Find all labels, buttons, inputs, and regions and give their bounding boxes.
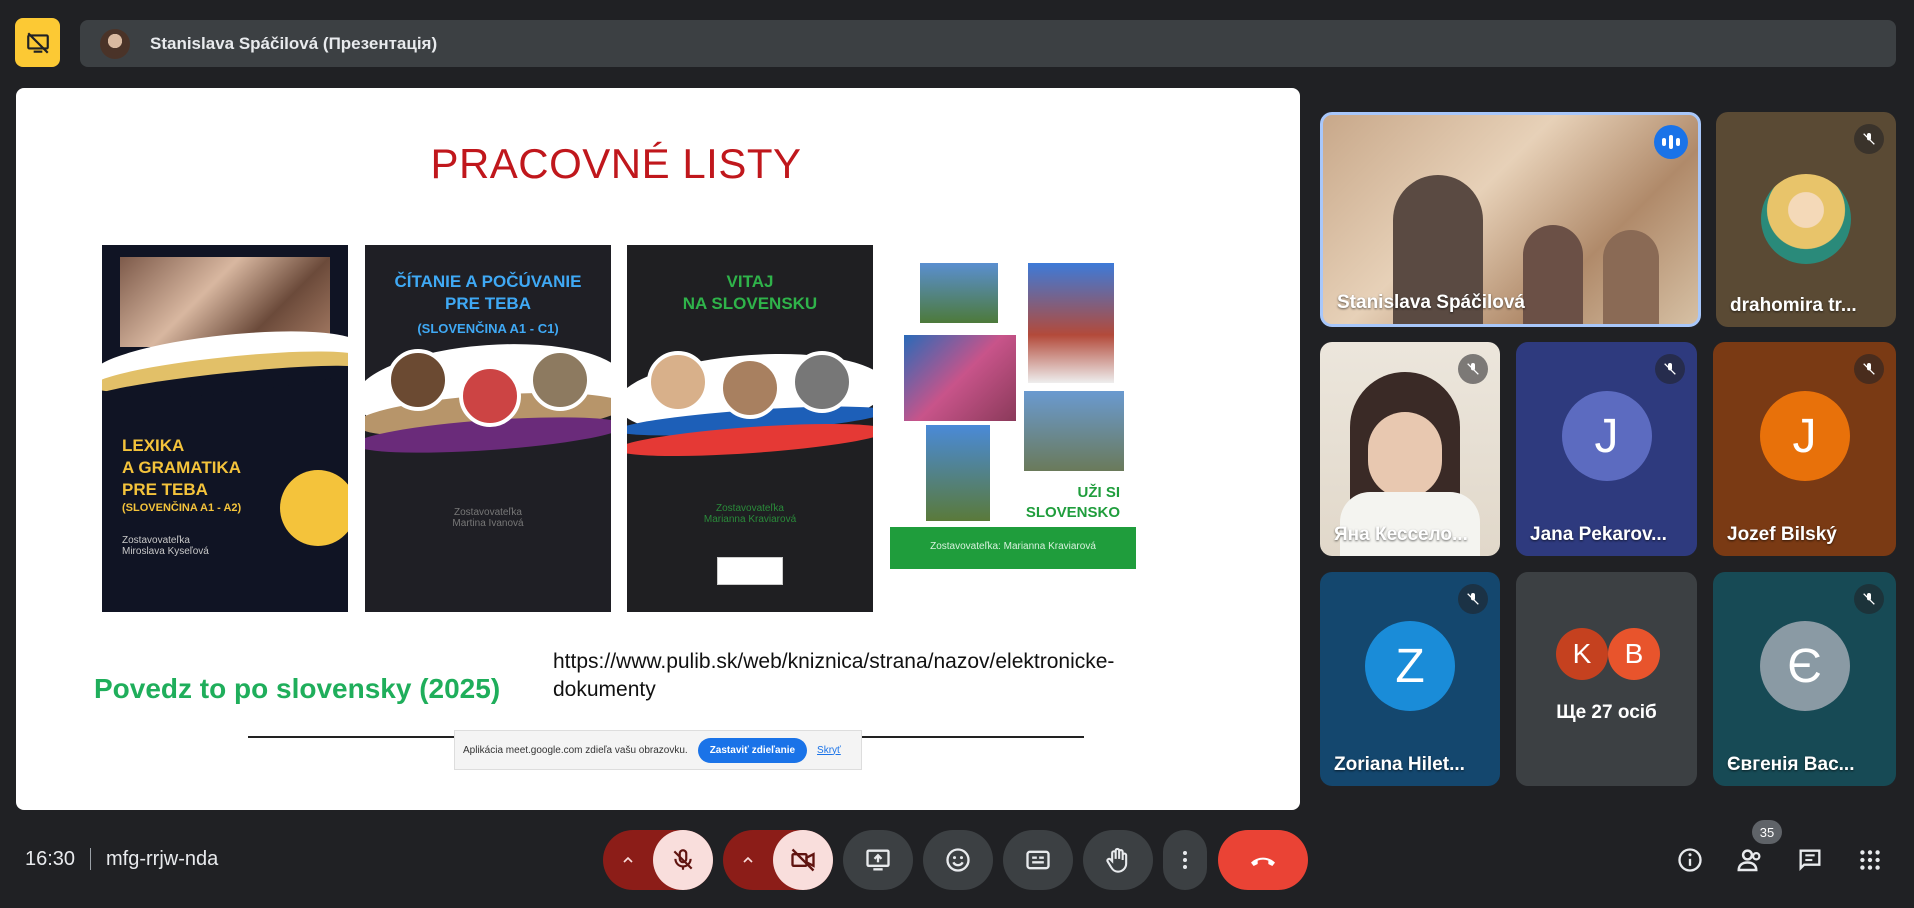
book-3-author: Zostavovateľka Marianna Kraviarová xyxy=(703,503,797,525)
mic-off-icon xyxy=(1854,124,1884,154)
mic-off-icon xyxy=(1458,584,1488,614)
leave-call-button[interactable] xyxy=(1218,830,1308,890)
book-1-author: Zostavovateľka Miroslava Kyseľová xyxy=(122,535,209,557)
participant-avatar: B xyxy=(1608,628,1660,680)
mic-off-icon xyxy=(1854,354,1884,384)
camera-options-button[interactable] xyxy=(733,845,763,875)
publisher-logo xyxy=(980,575,1046,599)
participant-name: Stanislava Spáčilová xyxy=(1337,292,1525,313)
book-2-title: ČÍTANIE A POČÚVANIE PRE TEBA xyxy=(394,272,582,314)
emoji-reaction-button[interactable] xyxy=(923,830,993,890)
participant-tile[interactable]: drahomira tr... xyxy=(1716,112,1896,327)
camera-toggle-button[interactable] xyxy=(773,830,833,890)
book-4-title: UŽI SI SLOVENSKO xyxy=(1025,484,1120,521)
participant-name: Євгенія Вас... xyxy=(1727,754,1855,775)
chevron-up-icon xyxy=(743,856,753,863)
mic-toggle-button[interactable] xyxy=(653,830,713,890)
participant-avatar: K xyxy=(1556,628,1608,680)
meeting-time: 16:30 xyxy=(25,848,76,870)
publisher-logo xyxy=(717,557,783,585)
participant-name: Jozef Bilský xyxy=(1727,524,1837,545)
presenter-avatar xyxy=(100,28,130,59)
participant-tile[interactable]: Є Євгенія Вас... xyxy=(1713,572,1896,786)
chat-button[interactable] xyxy=(1794,844,1826,876)
participant-tile[interactable]: Яна Кессело... xyxy=(1320,342,1500,556)
present-icon xyxy=(866,849,890,871)
hide-notice-link[interactable]: Skryť xyxy=(817,745,841,756)
book-2-author: Zostavovateľka Martina Ivanová xyxy=(452,507,524,529)
camera-control-group xyxy=(723,830,833,890)
book-4-green-bar: Zostavovateľka: Marianna Kraviarová xyxy=(890,527,1136,569)
presenter-banner: Stanislava Spáčilová (Презентація) xyxy=(80,20,1896,67)
people-icon xyxy=(1737,849,1761,872)
captions-button[interactable] xyxy=(1003,830,1073,890)
raise-hand-button[interactable] xyxy=(1083,830,1153,890)
speaking-indicator-icon xyxy=(1654,125,1688,159)
stop-sharing-button[interactable]: Zastaviť zdieľanie xyxy=(697,737,808,763)
mic-control-group xyxy=(603,830,713,890)
mic-options-button[interactable] xyxy=(613,845,643,875)
presenter-title: Stanislava Spáčilová (Презентація) xyxy=(150,33,438,53)
share-notice-text: Aplikácia meet.google.com zdieľa vašu ob… xyxy=(463,744,688,756)
emoji-icon xyxy=(946,848,970,872)
slide-divider xyxy=(862,736,1084,738)
people-button[interactable] xyxy=(1734,844,1766,876)
participant-name: Zoriana Hilet... xyxy=(1334,754,1465,775)
mic-off-icon xyxy=(1458,354,1488,384)
more-participants-tile[interactable]: K B Ще 27 осіб xyxy=(1516,572,1697,786)
more-participants-label: Ще 27 осіб xyxy=(1556,702,1657,723)
captions-icon xyxy=(1026,850,1050,870)
participant-tile[interactable]: J Jana Pekarov... xyxy=(1516,342,1697,556)
participant-tile[interactable]: J Jozef Bilský xyxy=(1713,342,1896,556)
more-options-button[interactable] xyxy=(1163,830,1207,890)
participant-avatar: Z xyxy=(1365,621,1455,712)
book-2-subtitle: (SLOVENČINA A1 - C1) xyxy=(417,321,559,336)
slide-footer-title: Povedz to po slovensky (2025) xyxy=(94,673,501,704)
meeting-code: mfg-rrjw-nda xyxy=(106,848,219,870)
participant-tile[interactable]: Stanislava Spáčilová xyxy=(1320,112,1701,327)
apps-grid-icon xyxy=(1860,850,1880,870)
stop-presenting-pin-button[interactable] xyxy=(15,18,60,67)
book-1-title: LEXIKA A GRAMATIKA PRE TEBA xyxy=(122,436,241,500)
people-count-badge: 35 xyxy=(1752,820,1782,844)
chevron-up-icon xyxy=(623,856,633,863)
book-cover-2: ČÍTANIE A POČÚVANIE PRE TEBA (SLOVENČINA… xyxy=(365,245,611,612)
slide-divider xyxy=(248,736,454,738)
book-3-title: VITAJ NA SLOVENSKU xyxy=(682,272,818,314)
more-vert-icon xyxy=(1183,851,1187,869)
mic-off-icon xyxy=(1655,354,1685,384)
book-cover-1: LEXIKA A GRAMATIKA PRE TEBA (SLOVENČINA … xyxy=(102,245,348,612)
book-cover-4: UŽI SI SLOVENSKO Zostavovateľka: Mariann… xyxy=(890,245,1136,612)
participant-avatar: J xyxy=(1759,391,1850,482)
mic-off-icon xyxy=(1854,584,1884,614)
slide-url: https://www.pulib.sk/web/kniznica/strana… xyxy=(553,650,1115,702)
letter-tiles-icon xyxy=(280,470,348,546)
screen-share-notice: Aplikácia meet.google.com zdieľa vašu ob… xyxy=(454,730,862,770)
participant-avatar: J xyxy=(1561,391,1652,482)
slide-title: PRACOVNÉ LISTY xyxy=(430,140,802,187)
end-call-icon xyxy=(1251,857,1275,866)
chat-icon xyxy=(1799,849,1821,871)
present-button[interactable] xyxy=(843,830,913,890)
participant-tile[interactable]: Z Zoriana Hilet... xyxy=(1320,572,1500,786)
book-cover-3: VITAJ NA SLOVENSKU Zostavovateľka Marian… xyxy=(627,245,873,612)
participant-name: drahomira tr... xyxy=(1730,295,1857,316)
raise-hand-icon xyxy=(1106,847,1128,873)
mic-off-icon xyxy=(673,849,693,870)
participant-name: Яна Кессело... xyxy=(1334,524,1468,545)
info-icon xyxy=(1678,848,1702,872)
meeting-details-button[interactable] xyxy=(1674,844,1706,876)
participant-name: Jana Pekarov... xyxy=(1530,524,1667,545)
activities-button[interactable] xyxy=(1854,844,1886,876)
presentation-off-icon xyxy=(26,31,49,54)
camera-off-icon xyxy=(791,848,815,872)
divider xyxy=(90,848,91,870)
participant-avatar: Є xyxy=(1759,621,1850,712)
shared-screen: PRACOVNÉ LISTY LEXIKA A GRAMATIKA PRE TE… xyxy=(16,88,1300,810)
book-4-author: Zostavovateľka: Marianna Kraviarová xyxy=(930,541,1096,552)
